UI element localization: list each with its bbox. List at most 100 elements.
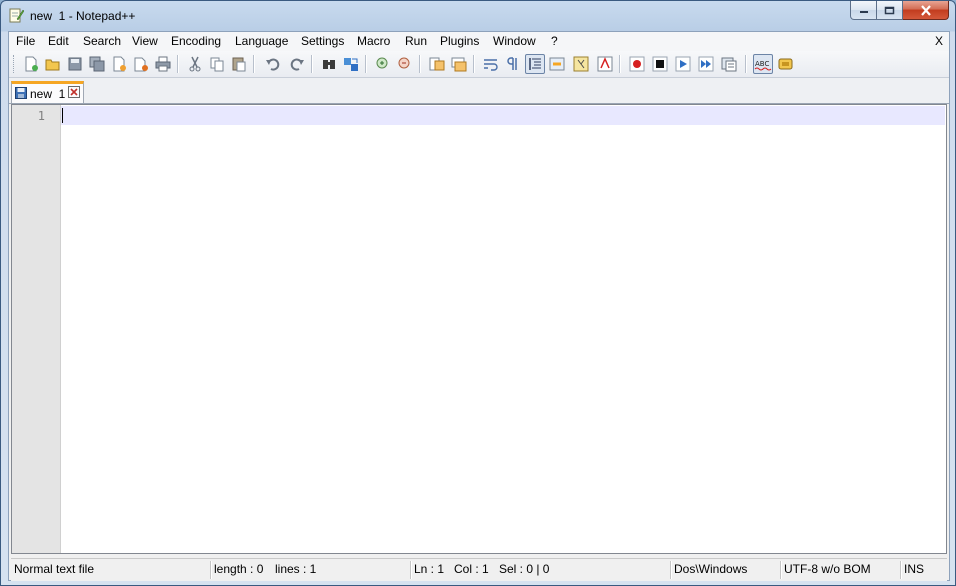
toolbar-separator [311,55,313,73]
function-list-icon [573,56,589,72]
toolbar-separator [619,55,621,73]
tab-close-icon [70,88,78,96]
close-all-button[interactable] [131,54,151,74]
print-button[interactable] [153,54,173,74]
close-document-button[interactable]: X [935,34,943,48]
menu-help[interactable]: ? [550,34,559,48]
current-line-highlight [61,106,945,125]
play-macro-button[interactable] [673,54,693,74]
replace-button[interactable] [341,54,361,74]
toolbar-separator [177,55,179,73]
save-macro-button[interactable] [719,54,739,74]
plugin-button[interactable] [776,54,796,74]
menu-search[interactable]: Search [82,34,122,48]
zoom-out-button[interactable] [395,54,415,74]
folder-as-workspace-button[interactable] [595,54,615,74]
toolbar-separator [745,55,747,73]
line-number-gutter[interactable]: 1 [12,105,61,553]
title-bar[interactable]: new 1 - Notepad++ [1,1,955,31]
spell-check-button[interactable]: ABC [753,54,773,74]
cut-button[interactable] [185,54,205,74]
user-language-button[interactable] [547,54,567,74]
close-all-icon [134,57,148,72]
spell-check-icon: ABC [754,60,772,71]
menu-macro[interactable]: Macro [356,34,391,48]
menu-edit[interactable]: Edit [47,34,70,48]
save-button[interactable] [65,54,85,74]
toolbar-separator [473,55,475,73]
tab-close-button[interactable] [68,86,80,98]
word-wrap-icon [484,59,498,71]
tab-new-1[interactable]: new 1 [11,81,84,103]
new-file-button[interactable] [21,54,41,74]
maximize-button[interactable] [877,1,903,20]
menu-plugins[interactable]: Plugins [439,34,480,48]
zoom-in-icon [376,57,388,69]
undo-button[interactable] [263,54,283,74]
redo-button[interactable] [287,54,307,74]
menu-file[interactable]: File [15,34,36,48]
text-caret [62,108,63,123]
menu-run[interactable]: Run [404,34,428,48]
copy-button[interactable] [207,54,227,74]
close-file-icon [113,56,126,72]
tab-bar: new 1 [9,78,949,104]
sync-horizontal-button[interactable] [449,54,469,74]
user-language-icon [549,57,565,71]
show-all-characters-icon [507,57,517,70]
tab-label: new 1 [30,87,66,101]
find-button[interactable] [319,54,339,74]
sync-horizontal-icon [451,57,467,72]
notepad-pencil-icon [9,8,24,23]
sync-vertical-button[interactable] [427,54,447,74]
paste-button[interactable] [229,54,249,74]
svg-text:ABC: ABC [755,60,769,68]
sync-vertical-icon [429,57,445,71]
toolbar: ABC [9,51,949,78]
open-file-icon [45,59,60,71]
editor-area[interactable]: 1 [11,104,947,554]
word-wrap-button[interactable] [481,54,501,74]
menu-view[interactable]: View [131,34,159,48]
play-macro-icon [675,56,691,72]
status-lines: lines : 1 [275,562,317,576]
menu-bar: File Edit Search View Encoding Language … [9,32,949,52]
find-icon [323,60,335,69]
menu-encoding[interactable]: Encoding [170,34,222,48]
status-file-type: Normal text file [14,562,95,576]
menu-language[interactable]: Language [234,34,289,48]
function-list-button[interactable] [571,54,591,74]
run-macro-multiple-button[interactable] [696,54,716,74]
copy-icon [210,57,224,72]
minimize-button[interactable] [850,1,877,20]
menu-window[interactable]: Window [492,34,537,48]
status-line: Ln : 1 [414,562,445,576]
close-button[interactable] [109,54,129,74]
indent-guide-button[interactable] [525,54,545,74]
open-file-button[interactable] [43,54,63,74]
zoom-in-button[interactable] [373,54,393,74]
menu-settings[interactable]: Settings [300,34,345,48]
show-all-characters-button[interactable] [503,54,523,74]
status-encoding: UTF-8 w/o BOM [784,562,871,576]
status-bar: Normal text file length : 0 lines : 1 Ln… [11,558,947,581]
run-macro-multiple-icon [698,56,714,72]
indent-guide-icon [529,58,541,70]
toolbar-grip[interactable] [13,55,17,73]
status-selection: Sel : 0 | 0 [499,562,550,576]
redo-icon [290,58,304,71]
maximize-icon [884,6,895,14]
stop-record-icon [652,56,668,72]
cut-icon [189,56,201,72]
plugin-icon [778,58,793,70]
save-all-icon [89,56,105,72]
new-file-icon [25,56,38,72]
record-macro-button[interactable] [627,54,647,74]
close-window-button[interactable] [903,1,949,20]
client-area: File Edit Search View Encoding Language … [8,31,950,581]
save-icon [68,57,82,71]
stop-record-button[interactable] [650,54,670,74]
save-all-button[interactable] [87,54,107,74]
status-column: Col : 1 [454,562,489,576]
window-title: new 1 - Notepad++ [30,9,136,23]
